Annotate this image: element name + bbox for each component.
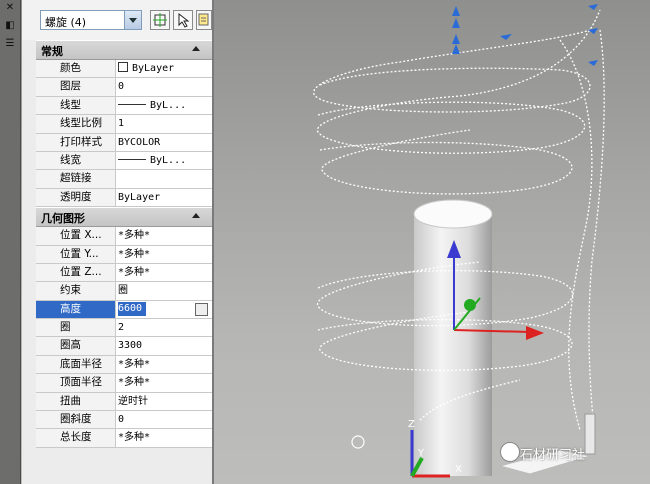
property-row[interactable]: 位置 Y... *多种* <box>36 245 212 264</box>
property-value: ByLayer <box>118 191 161 203</box>
svg-text:Y: Y <box>417 448 425 459</box>
property-row[interactable]: 线宽 ByL... <box>36 151 212 171</box>
linetype-sample-icon <box>118 103 146 105</box>
property-name: 约束 <box>36 282 116 300</box>
property-value: ByLayer <box>132 63 175 74</box>
height-edit-field[interactable]: 6600 <box>118 301 146 316</box>
lineweight-sample-icon <box>118 158 146 160</box>
quick-select-button[interactable] <box>196 10 212 30</box>
collapse-icon[interactable] <box>192 46 200 51</box>
properties-palette: 螺旋 (4) 常规 颜色 ByLayer 图层 0 线型 ByL... 线型比例… <box>22 0 214 484</box>
property-name: 圈斜度 <box>36 411 116 429</box>
select-objects-icon <box>178 12 190 28</box>
property-name: 高度 <box>36 300 116 319</box>
section-geometry[interactable]: 几何图形 <box>36 207 212 228</box>
chevron-down-icon[interactable] <box>124 11 141 29</box>
property-name: 圈高 <box>36 337 116 355</box>
grip-arrows <box>452 4 598 66</box>
property-row[interactable]: 透明度 ByLayer <box>36 188 212 208</box>
property-name: 圈 <box>36 319 116 337</box>
property-name: 位置 Z... <box>36 263 116 282</box>
property-value: *多种* <box>118 230 151 242</box>
property-value: 逆时针 <box>118 395 148 407</box>
property-row[interactable]: 约束圈 <box>36 282 212 301</box>
section-title: 常规 <box>41 45 63 58</box>
property-name: 顶面半径 <box>36 374 116 392</box>
section-general[interactable]: 常规 <box>36 40 212 60</box>
property-row[interactable]: 扭曲 逆时针 <box>36 392 212 412</box>
property-row-selected[interactable]: 高度 6600 <box>36 300 212 320</box>
property-value: *多种* <box>118 377 151 389</box>
property-value: 圈 <box>118 285 128 297</box>
property-name: 扭曲 <box>36 392 116 411</box>
property-row[interactable]: 线型比例 1 <box>36 115 212 134</box>
property-name: 图层 <box>36 78 116 96</box>
svg-text:Z: Z <box>408 419 415 430</box>
palette-toolbar: 螺旋 (4) <box>22 0 212 40</box>
pick-point-icon[interactable] <box>195 302 208 316</box>
property-value <box>118 170 212 187</box>
property-name: 线型 <box>36 96 116 115</box>
property-value: ByL... <box>150 154 187 166</box>
property-value: ByL... <box>150 99 187 111</box>
property-row[interactable]: 顶面半径 *多种* <box>36 374 212 393</box>
property-row[interactable]: 底面半径 *多种* <box>36 355 212 375</box>
property-row[interactable]: 圈2 <box>36 319 212 338</box>
property-row[interactable]: 颜色 ByLayer <box>36 60 212 79</box>
property-value: *多种* <box>118 248 151 260</box>
property-name: 线型比例 <box>36 115 116 133</box>
property-value: *多种* <box>118 358 151 370</box>
property-name: 颜色 <box>36 60 116 78</box>
property-value: 2 <box>118 322 125 334</box>
property-row[interactable]: 线型 ByL... <box>36 96 212 116</box>
property-row[interactable]: 打印样式 BYCOLOR <box>36 133 212 152</box>
toggle-pickadd-button[interactable] <box>150 10 170 30</box>
svg-text:X: X <box>455 464 462 475</box>
color-swatch-icon <box>118 62 128 72</box>
property-name: 打印样式 <box>36 133 116 151</box>
wechat-logo-icon <box>500 442 520 462</box>
quick-select-icon <box>198 13 209 26</box>
close-icon[interactable]: ✕ <box>3 2 17 14</box>
cylinder-solid <box>413 199 493 476</box>
property-name: 位置 X... <box>36 227 116 245</box>
property-name: 透明度 <box>36 188 116 207</box>
property-value: *多种* <box>118 266 151 278</box>
property-name: 底面半径 <box>36 355 116 374</box>
pickadd-icon <box>153 13 167 27</box>
property-value: 3300 <box>118 340 143 352</box>
property-row[interactable]: 圈斜度 0 <box>36 411 212 430</box>
palette-side-strip: ✕ ◧ ☰ <box>0 0 21 484</box>
watermark-text: 石材研习社 <box>520 448 586 463</box>
property-row[interactable]: 超链接 <box>36 170 212 189</box>
property-row[interactable]: 总长度 *多种* <box>36 429 212 448</box>
property-row[interactable]: 圈高 3300 <box>36 337 212 356</box>
property-row[interactable]: 位置 Z... *多种* <box>36 263 212 283</box>
property-grid: 常规 颜色 ByLayer 图层 0 线型 ByL... 线型比例 1 打印样式… <box>36 40 212 448</box>
property-name: 线宽 <box>36 151 116 170</box>
object-type-select[interactable]: 螺旋 (4) <box>40 10 142 30</box>
select-objects-button[interactable] <box>173 10 193 30</box>
property-value: *多种* <box>118 432 151 444</box>
property-value: 0 <box>118 414 125 426</box>
collapse-icon[interactable] <box>192 213 200 219</box>
properties-menu-icon[interactable]: ☰ <box>3 38 17 50</box>
property-name: 总长度 <box>36 429 116 447</box>
object-type-value: 螺旋 (4) <box>45 16 87 29</box>
section-title: 几何图形 <box>41 212 85 226</box>
property-name: 超链接 <box>36 170 116 188</box>
property-value: BYCOLOR <box>118 136 161 148</box>
property-value: 1 <box>118 118 125 130</box>
property-row[interactable]: 位置 X... *多种* <box>36 227 212 246</box>
autohide-icon[interactable]: ◧ <box>3 20 17 32</box>
property-value: 0 <box>118 81 125 93</box>
property-row[interactable]: 图层 0 <box>36 78 212 97</box>
property-name: 位置 Y... <box>36 245 116 263</box>
